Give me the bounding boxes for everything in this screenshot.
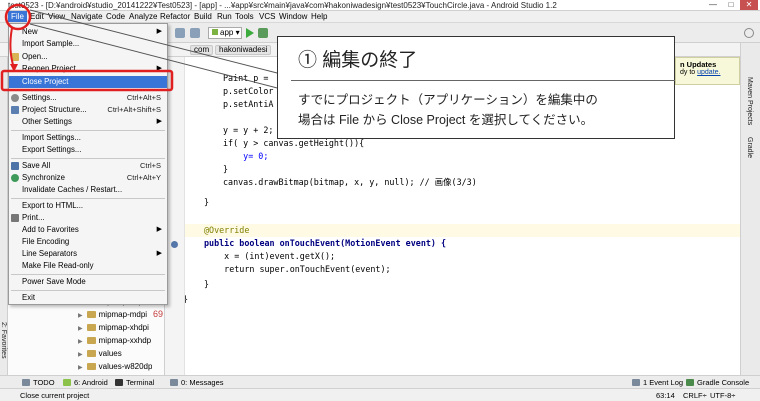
callout-divider [291,80,675,81]
file-menu-highlight-circle [4,3,32,31]
callout-title: ① 編集の終了 [298,50,418,71]
close-project-highlight-box [0,69,174,92]
callout-body-line2: 場合は File から Close Project を選択してください。 [298,113,594,127]
callout-body-line1: すでにプロジェクト（アプリケーション）を編集中の [298,93,598,107]
annotation-arrow [9,27,15,69]
instruction-callout: ① 編集の終了 すでにプロジェクト（アプリケーション）を編集中の 場合は Fil… [277,36,675,139]
callout-pointer-line [29,23,286,91]
callout-pointer-line [29,9,286,76]
